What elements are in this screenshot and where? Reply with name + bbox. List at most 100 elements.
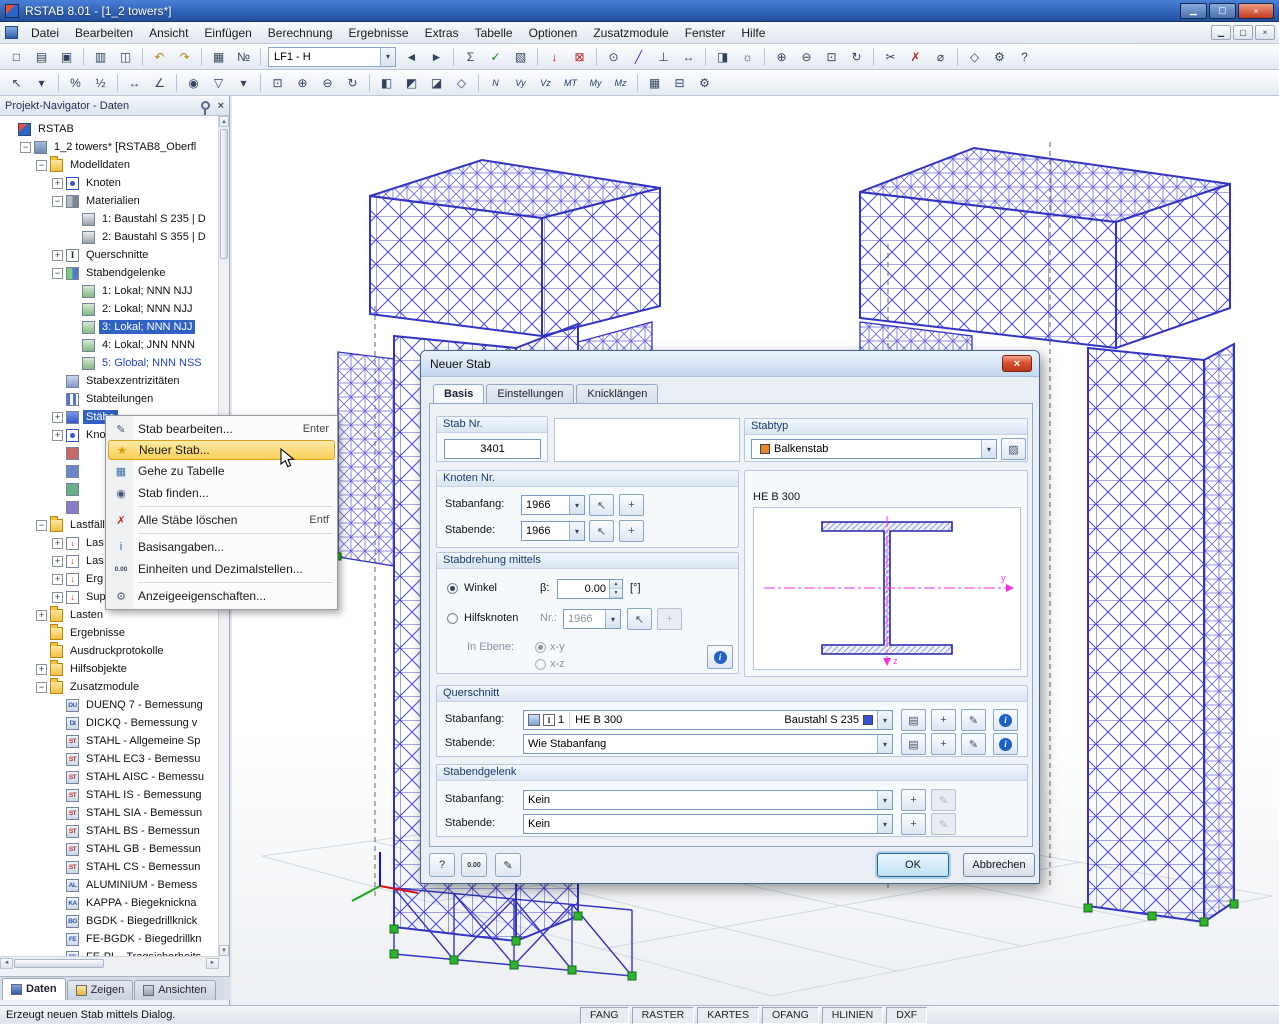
title-bar[interactable]: RSTAB 8.01 - [1_2 towers*] ▁ ▢ × — [0, 0, 1279, 22]
rotate-view-button[interactable]: ↻ — [845, 46, 868, 68]
tree-row[interactable]: DI DICKQ - Bemessung v — [0, 714, 219, 732]
dialog-tab-einstellungen[interactable]: Einstellungen — [486, 384, 575, 404]
view-zoom-in-button[interactable]: ⊕ — [291, 72, 314, 94]
menu-item-hilfe[interactable]: Hilfe — [733, 23, 773, 43]
tree-row[interactable]: + Hilfsobjekte — [0, 659, 219, 678]
spinner-buttons[interactable]: ▲ ▼ — [609, 580, 622, 598]
status-toggle-fang[interactable]: FANG — [580, 1007, 629, 1024]
spin-down-icon[interactable]: ▼ — [610, 589, 622, 598]
context-menu-item[interactable]: 0.00 Einheiten und Dezimalstellen... — [108, 558, 335, 580]
display-options-button[interactable]: ⚙ — [693, 72, 716, 94]
orbit-button[interactable]: ↻ — [341, 72, 364, 94]
clip-button[interactable]: ✂ — [879, 46, 902, 68]
edit-hinge-button[interactable]: ✎ — [931, 813, 956, 835]
new-dimension-button[interactable]: ↔ — [677, 46, 700, 68]
scroll-up-icon[interactable]: ▲ — [219, 116, 229, 127]
copy-button[interactable]: ◫ — [114, 46, 137, 68]
new-member-button[interactable]: ╱ — [627, 46, 650, 68]
zoom-region-button[interactable]: ⊡ — [266, 72, 289, 94]
stab-nr-input[interactable]: 3401 — [444, 439, 541, 459]
context-menu-item[interactable]: ⚙ Anzeigeeigenschaften... — [108, 585, 335, 607]
tree-row[interactable]: 1: Lokal; NNN NJJ — [0, 282, 219, 300]
edit-section-button[interactable]: ✎ — [961, 733, 986, 755]
status-toggle-ofang[interactable]: OFANG — [762, 1007, 819, 1024]
tree-row[interactable]: − Stabendgelenke — [0, 264, 219, 282]
measure-angle-button[interactable]: ∠ — [148, 72, 171, 94]
numbering-button[interactable]: № — [232, 46, 255, 68]
menu-item-zusatzmodule[interactable]: Zusatzmodule — [585, 23, 676, 43]
section-start-combo[interactable]: I 1 HE B 300 Baustahl S 235 ▾ — [523, 710, 893, 730]
tree-horizontal-scrollbar[interactable]: ◄ ► — [0, 956, 219, 969]
zoom-out-button[interactable]: ⊖ — [795, 46, 818, 68]
edit-defaults-button[interactable]: ✎ — [495, 853, 521, 877]
tree-expand-toggle[interactable]: − — [36, 159, 47, 171]
status-toggle-raster[interactable]: RASTER — [631, 1007, 695, 1024]
zoom-in-button[interactable]: ⊕ — [770, 46, 793, 68]
view-zoom-out-button[interactable]: ⊖ — [316, 72, 339, 94]
pick-node-button[interactable]: ↖ — [627, 608, 652, 630]
result-vz-button[interactable]: Vz — [534, 72, 557, 94]
pick-node-button[interactable]: ↖ — [589, 494, 614, 516]
menu-item-bearbeiten[interactable]: Bearbeiten — [67, 23, 141, 43]
visibility-dropdown-button[interactable]: ▾ — [232, 72, 255, 94]
context-menu-item[interactable]: ★ Neuer Stab... — [108, 440, 335, 460]
tree-row[interactable]: 1: Baustahl S 235 | D — [0, 210, 219, 228]
dialog-title-bar[interactable]: Neuer Stab — [421, 351, 1039, 377]
view-xz-button[interactable]: ◩ — [400, 72, 423, 94]
tree-row[interactable]: RSTAB — [0, 120, 219, 138]
info-button[interactable]: i — [707, 645, 733, 669]
pick-node-button[interactable]: ↖ — [589, 520, 614, 542]
chevron-down-icon[interactable]: ▾ — [877, 735, 892, 753]
new-node-button[interactable]: ⊙ — [602, 46, 625, 68]
tree-row[interactable]: DU DUENQ 7 - Bemessung — [0, 696, 219, 714]
tree-expand-toggle[interactable]: + — [52, 537, 63, 549]
select-mode-dropdown-button[interactable]: ▾ — [30, 72, 53, 94]
tree-row[interactable]: ST STAHL BS - Bemessun — [0, 822, 219, 840]
units-settings-button[interactable]: 0.00 — [461, 853, 487, 877]
tree-row[interactable]: 3: Lokal; NNN NJJ — [0, 318, 219, 336]
winkel-radio[interactable] — [447, 583, 458, 594]
menu-item-ansicht[interactable]: Ansicht — [141, 23, 196, 43]
dialog-tab-knicklngen[interactable]: Knicklängen — [576, 384, 659, 404]
result-mt-button[interactable]: MT — [559, 72, 582, 94]
save-model-button[interactable]: ▣ — [55, 46, 78, 68]
render-mode-button[interactable]: ◨ — [711, 46, 734, 68]
tables-button[interactable]: ▦ — [207, 46, 230, 68]
tree-expand-toggle[interactable]: − — [20, 141, 31, 153]
tree-row[interactable]: − Materialien — [0, 192, 219, 210]
tree-row[interactable]: + Knoten — [0, 174, 219, 192]
scroll-down-icon[interactable]: ▼ — [219, 945, 229, 956]
visibility-button[interactable]: ◉ — [182, 72, 205, 94]
section-end-combo[interactable]: Wie Stabanfang ▾ — [523, 734, 893, 754]
plane-xy-radio[interactable] — [535, 642, 546, 653]
measure-button[interactable]: ⌀ — [929, 46, 952, 68]
plane-xz-radio[interactable] — [535, 659, 546, 670]
navigator-tab-daten[interactable]: Daten — [2, 978, 66, 1000]
new-load-button[interactable]: ↓ — [543, 46, 566, 68]
chevron-down-icon[interactable]: ▾ — [877, 815, 892, 833]
menu-item-berechnung[interactable]: Berechnung — [260, 23, 341, 43]
view-xy-button[interactable]: ◪ — [425, 72, 448, 94]
tree-expand-toggle[interactable]: + — [52, 249, 63, 261]
tree-row[interactable]: FE FE-BGDK - Biegedrillkn — [0, 930, 219, 948]
cancel-button[interactable]: Abbrechen — [963, 853, 1035, 877]
print-button[interactable]: ▥ — [89, 46, 112, 68]
tree-row[interactable]: − Zusatzmodule — [0, 677, 219, 696]
new-node-button[interactable]: + — [619, 494, 644, 516]
view-iso-button[interactable]: ◇ — [450, 72, 473, 94]
section-library-button[interactable]: ▤ — [901, 709, 926, 731]
scrollbar-thumb[interactable] — [14, 958, 104, 968]
load-case-combo[interactable]: LF1 - H ▾ — [268, 46, 396, 67]
stabtyp-picture-button[interactable]: ▨ — [1001, 438, 1026, 460]
result-my-button[interactable]: My — [584, 72, 607, 94]
scrollbar-thumb[interactable] — [220, 129, 228, 259]
scale-half-button[interactable]: ½ — [89, 72, 112, 94]
tree-expand-toggle[interactable]: − — [52, 195, 63, 207]
context-menu-item[interactable]: ✎ Stab bearbeiten... Enter — [108, 418, 335, 440]
menu-item-tabelle[interactable]: Tabelle — [467, 23, 521, 43]
dialog-help-button[interactable]: ? — [429, 853, 455, 877]
new-support-button[interactable]: ⊥ — [652, 46, 675, 68]
redo-button[interactable]: ↷ — [173, 46, 196, 68]
chevron-down-icon[interactable]: ▾ — [981, 440, 996, 458]
stabtyp-combo[interactable]: Balkenstab ▾ — [751, 439, 997, 459]
